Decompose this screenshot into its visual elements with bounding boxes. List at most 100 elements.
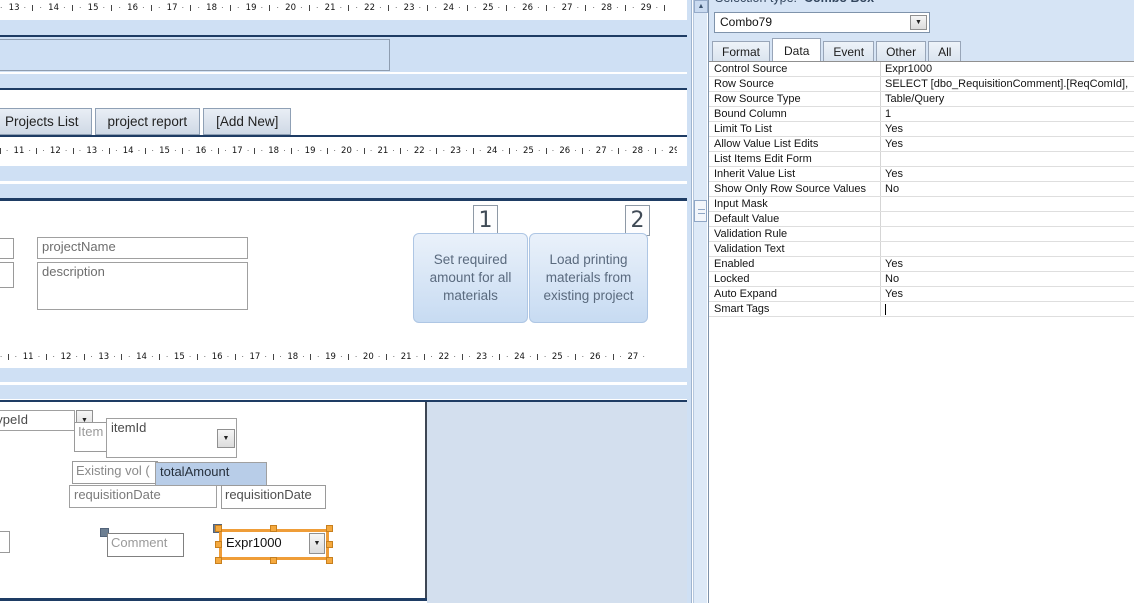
scrollbar-thumb[interactable] [694,200,707,222]
property-row[interactable]: Locked No [709,272,1134,287]
requisition-date-textbox[interactable]: requisitionDate [69,485,217,508]
property-label[interactable]: Control Source [709,62,881,76]
property-tab-format[interactable]: Format [712,41,771,61]
selection-handle[interactable] [215,557,222,564]
property-value[interactable] [881,197,1134,211]
property-tab-data[interactable]: Data [772,38,822,61]
property-row[interactable]: Bound Column 1 [709,107,1134,122]
property-label[interactable]: Validation Rule [709,227,881,241]
property-label[interactable]: Bound Column [709,107,881,121]
ruler-segment: ··28 [610,146,643,156]
form-tab-add-new[interactable]: [Add New] [203,108,292,135]
set-required-amount-button[interactable]: Set required amount for all materials [413,233,528,323]
property-label[interactable]: Input Mask [709,197,881,211]
property-label[interactable]: Auto Expand [709,287,881,301]
requisition-date-label[interactable]: requisitionDate [221,485,326,509]
selection-handle[interactable] [270,525,277,532]
description-textbox[interactable]: description [37,262,248,310]
property-label[interactable]: Row Source Type [709,92,881,106]
ruler-segment: · · 12 [28,146,61,156]
property-row[interactable]: Validation Rule [709,227,1134,242]
clipped-label-left-3[interactable] [0,531,10,553]
property-row[interactable]: Control Source Expr1000 [709,62,1134,77]
comment-label[interactable]: Comment [107,533,184,557]
property-row[interactable]: Limit To List Yes [709,122,1134,137]
property-value[interactable]: Yes [881,122,1134,136]
header-control-outline[interactable] [0,39,390,71]
property-value[interactable]: Expr1000 [881,62,1134,76]
property-row[interactable]: Show Only Row Source Values No [709,182,1134,197]
property-label[interactable]: Validation Text [709,242,881,256]
property-label[interactable]: List Items Edit Form [709,152,881,166]
property-value[interactable] [881,152,1134,166]
property-row[interactable]: Row Source Type Table/Query [709,92,1134,107]
item-id-dropdown-arrow[interactable] [217,429,235,448]
expr1000-combobox-selected[interactable]: Expr1000 [215,525,333,564]
property-label[interactable]: Enabled [709,257,881,271]
property-label[interactable]: Inherit Value List [709,167,881,181]
property-row[interactable]: Inherit Value List Yes [709,167,1134,182]
property-value[interactable]: Table/Query [881,92,1134,106]
property-label[interactable]: Limit To List [709,122,881,136]
vertical-scrollbar[interactable] [693,0,708,603]
load-printing-materials-button[interactable]: Load printing materials from existing pr… [529,233,648,323]
property-label[interactable]: Show Only Row Source Values [709,182,881,196]
selection-handle[interactable] [215,525,222,532]
type-id-combobox[interactable]: TypeId [0,410,75,431]
ruler-segment: · · 17 [142,2,178,13]
ruler-segment: · · 25 [501,146,534,156]
property-row[interactable]: Row Source SELECT [dbo_RequisitionComment… [709,77,1134,92]
existing-vol-label[interactable]: Existing vol ( [72,461,158,484]
property-tab-all[interactable]: All [928,41,962,61]
property-row[interactable]: Allow Value List Edits Yes [709,137,1134,152]
property-label[interactable]: Allow Value List Edits [709,137,881,151]
selection-handle[interactable] [270,557,277,564]
selection-combobox-arrow[interactable] [910,15,927,30]
property-value[interactable]: No [881,272,1134,286]
property-row[interactable]: Auto Expand Yes [709,287,1134,302]
property-value[interactable] [881,212,1134,226]
ruler-segment: · · 19 [221,2,257,13]
property-row[interactable]: List Items Edit Form [709,152,1134,167]
property-label[interactable]: Default Value [709,212,881,226]
total-amount-textbox[interactable]: totalAmount [155,462,267,486]
property-row[interactable]: Default Value [709,212,1134,227]
selection-handle[interactable] [326,541,333,548]
section-divider-line [0,198,687,201]
ruler-segment: ··13 [64,146,98,156]
property-row[interactable]: Input Mask [709,197,1134,212]
property-row[interactable]: Validation Text [709,242,1134,257]
clipped-label-left-2[interactable] [0,262,14,288]
ruler-segment: · · 24 [465,146,498,156]
property-row[interactable]: Smart Tags [709,302,1134,317]
clipped-label-left-1[interactable] [0,238,14,259]
property-value[interactable] [881,242,1134,256]
property-tab-other[interactable]: Other [876,41,927,61]
ruler-segment: · · 27 [604,351,639,362]
property-value[interactable]: Yes [881,257,1134,271]
property-value[interactable]: SELECT [dbo_RequisitionComment].[ReqComI… [881,77,1134,91]
form-tab-project-report[interactable]: project report [94,108,201,135]
selection-handle[interactable] [326,557,333,564]
selection-combobox[interactable]: Combo79 [714,12,930,33]
property-value[interactable]: Yes [881,287,1134,301]
item-label[interactable]: Item [74,422,107,452]
ruler-segment: · · 25 [458,2,494,13]
selection-handle[interactable] [215,541,222,548]
property-label[interactable]: Row Source [709,77,881,91]
property-value[interactable]: Yes [881,137,1134,151]
property-tab-event[interactable]: Event [823,41,875,61]
property-row[interactable]: Enabled Yes [709,257,1134,272]
property-value[interactable] [881,302,1134,316]
property-value[interactable] [881,227,1134,241]
scroll-up-button[interactable] [694,0,708,13]
project-name-textbox[interactable]: projectName [37,237,248,259]
expr1000-dropdown-arrow[interactable] [309,533,325,554]
property-label[interactable]: Smart Tags [709,302,881,316]
selection-handle[interactable] [326,525,333,532]
property-value[interactable]: Yes [881,167,1134,181]
form-tab-projects-list[interactable]: Projects List [0,108,92,135]
property-label[interactable]: Locked [709,272,881,286]
property-value[interactable]: No [881,182,1134,196]
property-value[interactable]: 1 [881,107,1134,121]
